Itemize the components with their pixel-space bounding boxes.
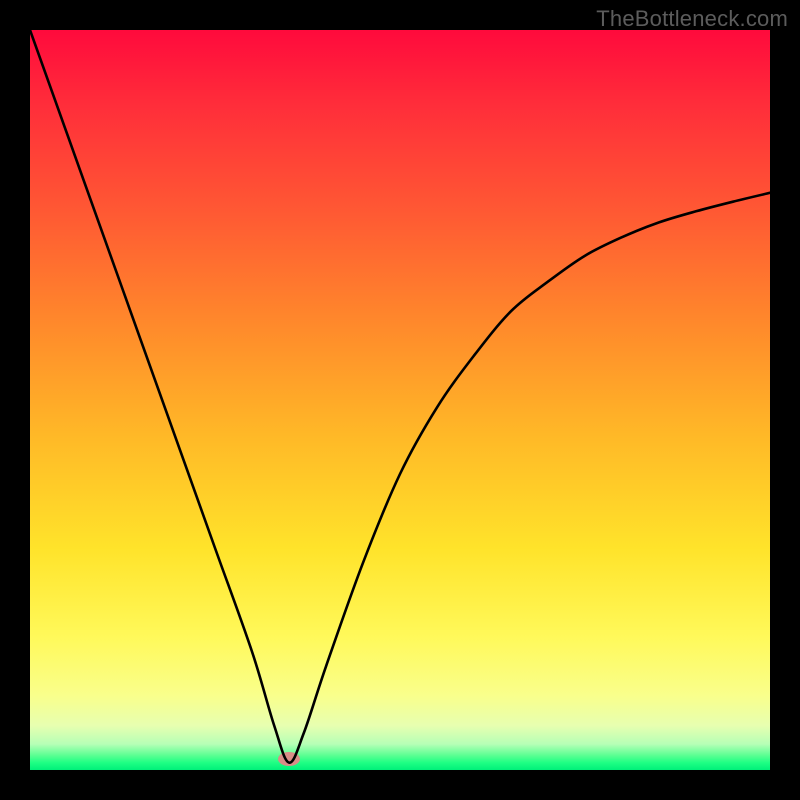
chart-frame: TheBottleneck.com — [0, 0, 800, 800]
bottleneck-curve — [30, 30, 770, 763]
curve-svg — [30, 30, 770, 770]
watermark-text: TheBottleneck.com — [596, 6, 788, 32]
plot-area — [30, 30, 770, 770]
